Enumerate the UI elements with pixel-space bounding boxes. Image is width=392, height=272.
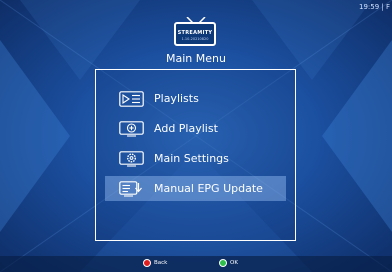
green-button-icon [219, 259, 227, 267]
back-hint[interactable]: Back [143, 259, 167, 267]
menu-item-manual-epg-update[interactable]: Manual EPG Update [105, 176, 286, 201]
menu-item-main-settings[interactable]: Main Settings [105, 146, 286, 171]
epg-download-icon [119, 180, 142, 197]
clock: 19:59 | F [358, 3, 390, 11]
main-menu: Playlists Add Playlist Main Settings Man… [95, 69, 296, 241]
gear-icon [119, 150, 144, 167]
menu-item-label: Manual EPG Update [154, 182, 263, 195]
menu-title: Main Menu [166, 52, 226, 65]
ok-label: OK [230, 260, 238, 266]
screen: 19:59 | F STREAMITY 1.10-20210820 Main M… [0, 0, 392, 272]
playlist-icon [119, 90, 144, 107]
back-label: Back [154, 260, 168, 266]
ok-hint[interactable]: OK [219, 259, 238, 267]
logo-text: STREAMITY [177, 30, 213, 36]
app-logo: STREAMITY 1.10-20210820 [171, 17, 221, 49]
menu-item-playlists[interactable]: Playlists [105, 86, 286, 111]
menu-item-label: Playlists [154, 92, 199, 105]
app-version: 1.10-20210820 [181, 37, 209, 41]
menu-item-add-playlist[interactable]: Add Playlist [105, 116, 286, 141]
menu-item-label: Main Settings [154, 152, 229, 165]
bottom-hint-bar: Back OK [0, 256, 392, 272]
add-icon [119, 120, 144, 137]
menu-item-label: Add Playlist [154, 122, 218, 135]
red-button-icon [143, 259, 151, 267]
